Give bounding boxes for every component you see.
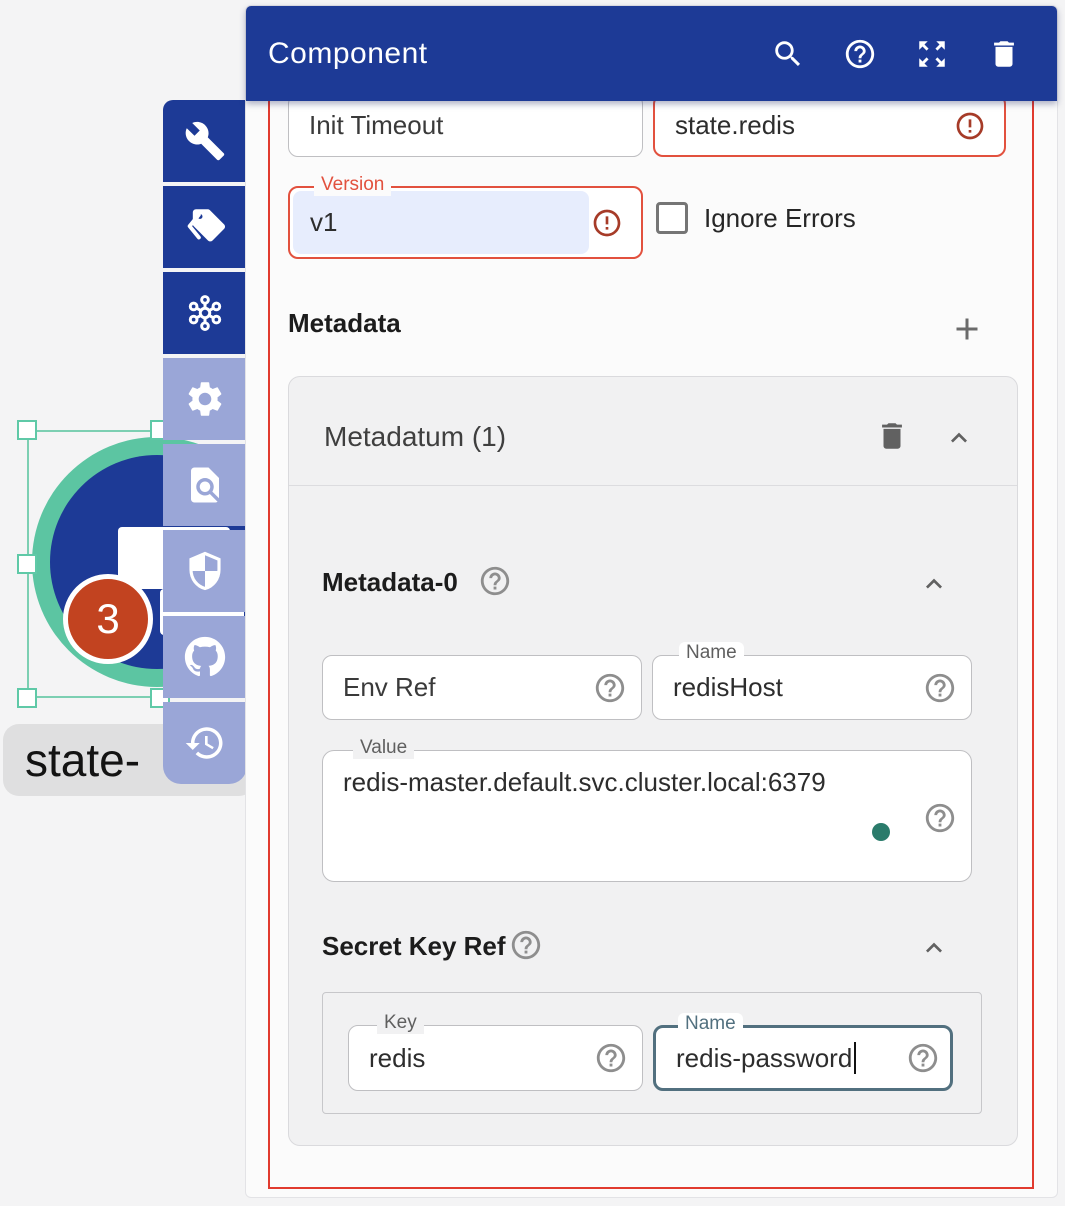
metadata-entry-heading: Metadata-0 xyxy=(322,567,458,598)
secret-name-field[interactable]: Name redis-password xyxy=(653,1025,953,1091)
collapse-entry-button[interactable] xyxy=(918,568,950,600)
selection-handle-bottom-left[interactable] xyxy=(17,688,37,708)
toolbar-button-security[interactable] xyxy=(163,530,247,612)
env-ref-field[interactable]: Env Ref xyxy=(322,655,642,720)
add-metadata-button[interactable] xyxy=(949,311,985,347)
shield-icon xyxy=(184,550,226,592)
metadatum-card: Metadatum (1) Metadata-0 Env Ref xyxy=(288,376,1018,1146)
divider xyxy=(289,485,1017,486)
help-icon xyxy=(478,564,512,598)
secret-help[interactable] xyxy=(509,928,543,962)
name-label: Name xyxy=(679,642,744,664)
tag-icon xyxy=(184,206,226,248)
expand-icon[interactable] xyxy=(915,37,949,71)
type-field[interactable]: state.redis xyxy=(653,94,1006,157)
toolbar-button-labels[interactable] xyxy=(163,186,247,268)
key-label: Key xyxy=(377,1012,424,1034)
toolbar-button-github[interactable] xyxy=(163,616,247,698)
help-icon[interactable] xyxy=(843,37,877,71)
selection-handle-mid-left[interactable] xyxy=(17,554,37,574)
toolbar-button-settings[interactable] xyxy=(163,358,247,440)
error-icon xyxy=(591,207,623,239)
secret-key-ref-heading: Secret Key Ref xyxy=(322,931,506,962)
hub-icon xyxy=(184,292,226,334)
value-indicator-dot xyxy=(872,823,890,841)
init-timeout-field[interactable]: Init Timeout xyxy=(288,94,643,157)
badge-count: 3 xyxy=(96,595,119,643)
toolbar-button-inspect[interactable] xyxy=(163,444,247,526)
find-in-page-icon xyxy=(184,464,226,506)
version-label: Version xyxy=(314,174,391,196)
ignore-errors-label: Ignore Errors xyxy=(704,202,856,234)
panel-header: Component xyxy=(246,6,1057,101)
toolbar-button-connections[interactable] xyxy=(163,272,247,354)
panel-title: Component xyxy=(268,37,428,71)
text-cursor xyxy=(854,1042,856,1074)
metadata-name-field[interactable]: Name redisHost xyxy=(652,655,972,720)
trash-icon xyxy=(875,419,909,453)
secret-key-ref-box: Key redis Name redis-password xyxy=(322,992,982,1114)
field-help[interactable] xyxy=(594,1041,628,1075)
field-help[interactable] xyxy=(923,801,957,835)
history-icon xyxy=(184,722,226,764)
version-value: v1 xyxy=(290,188,641,257)
type-value: state.redis xyxy=(655,96,1004,155)
field-help[interactable] xyxy=(906,1041,940,1075)
metadata-entry-help[interactable] xyxy=(478,564,512,598)
search-icon[interactable] xyxy=(771,37,805,71)
secret-name-label: Name xyxy=(678,1013,743,1035)
toolbar-button-properties[interactable] xyxy=(163,100,247,182)
github-icon xyxy=(184,636,226,678)
wrench-icon xyxy=(184,120,226,162)
chevron-up-icon xyxy=(918,932,950,964)
toolbar-button-history[interactable] xyxy=(163,702,247,784)
ignore-errors-checkbox[interactable] xyxy=(656,202,688,234)
metadata-value-field[interactable]: Value redis-master.default.svc.cluster.l… xyxy=(322,750,972,882)
field-help[interactable] xyxy=(923,671,957,705)
help-icon xyxy=(509,928,543,962)
metadatum-title: Metadatum (1) xyxy=(324,421,506,453)
trash-icon[interactable] xyxy=(987,37,1021,71)
gear-icon xyxy=(184,378,226,420)
component-panel: Component Init Timeout state.redis Versi… xyxy=(245,5,1058,1198)
version-field[interactable]: Version v1 xyxy=(288,186,643,259)
field-help[interactable] xyxy=(593,671,627,705)
value-label: Value xyxy=(353,737,414,759)
chevron-up-icon xyxy=(943,422,975,454)
value-value: redis-master.default.svc.cluster.local:6… xyxy=(343,767,826,798)
error-icon xyxy=(954,110,986,142)
plus-icon xyxy=(949,311,985,347)
init-timeout-label: Init Timeout xyxy=(289,95,642,156)
selection-handle-top-left[interactable] xyxy=(17,420,37,440)
metadata-heading: Metadata xyxy=(288,308,401,339)
collapse-metadatum-button[interactable] xyxy=(943,422,975,454)
error-count-badge: 3 xyxy=(63,574,153,664)
delete-metadatum-button[interactable] xyxy=(875,419,909,453)
chevron-up-icon xyxy=(918,568,950,600)
app-root: 3 state- Component xyxy=(0,0,1065,1206)
collapse-secret-button[interactable] xyxy=(918,932,950,964)
secret-key-field[interactable]: Key redis xyxy=(348,1025,643,1091)
